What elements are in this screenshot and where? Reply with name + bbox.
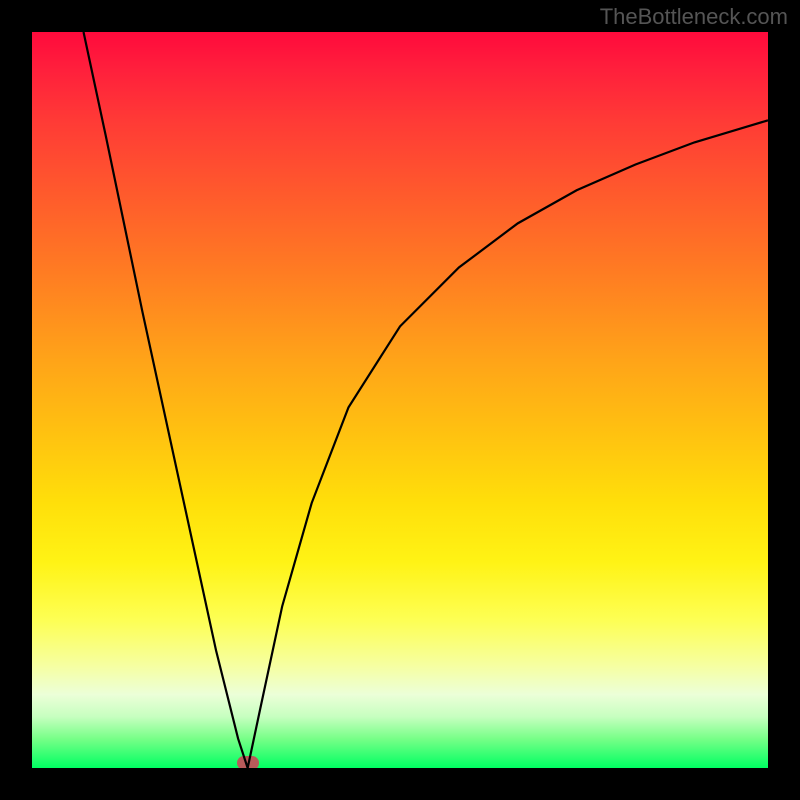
plot-area	[32, 32, 768, 768]
curve-svg	[32, 32, 768, 768]
curve-right-branch	[248, 120, 768, 768]
curve-left-branch	[84, 32, 248, 768]
watermark-text: TheBottleneck.com	[600, 4, 788, 30]
